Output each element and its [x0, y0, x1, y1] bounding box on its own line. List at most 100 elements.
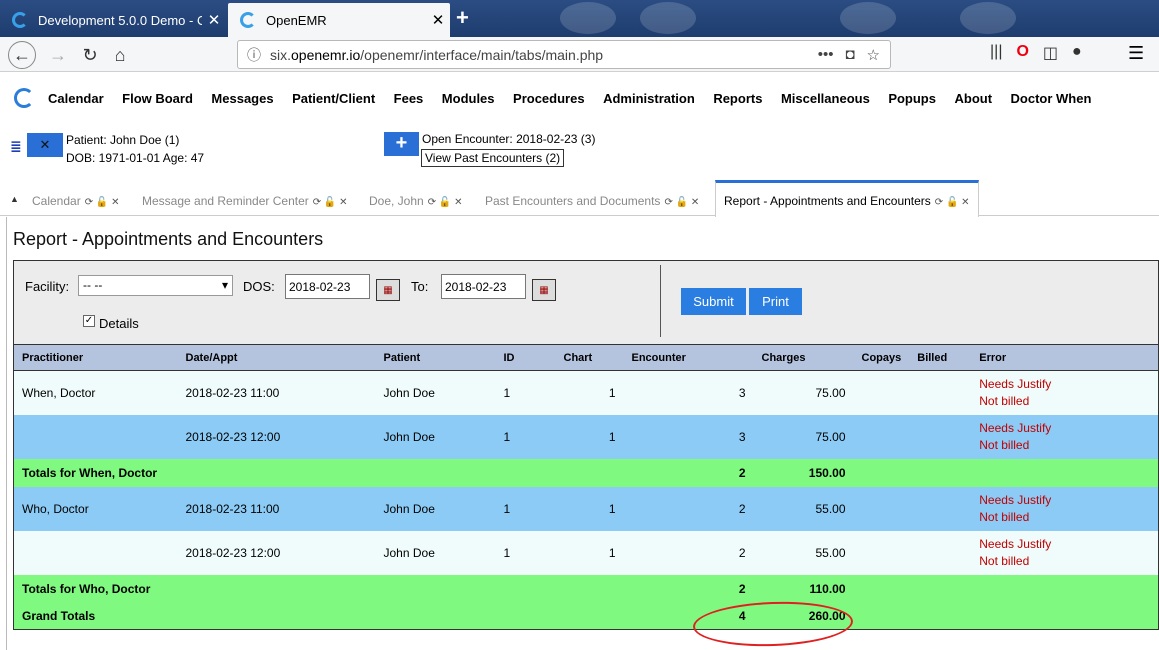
nav-calendar[interactable]: Calendar — [48, 91, 104, 106]
col-patient[interactable]: Patient — [375, 344, 496, 371]
open-encounter: Open Encounter: 2018-02-23 (3) — [422, 132, 595, 146]
submit-button[interactable]: Submit — [681, 288, 746, 315]
nav-fees[interactable]: Fees — [394, 91, 424, 106]
calendar-icon[interactable]: ▦ — [532, 279, 556, 301]
cell-practitioner — [13, 414, 178, 459]
nav-about[interactable]: About — [954, 91, 992, 106]
tab-refresh-lock-close-icon[interactable]: ⟳ 🔓 ✕ — [935, 197, 970, 208]
new-encounter-button[interactable]: + — [384, 132, 419, 156]
col-charges[interactable]: Charges — [753, 344, 854, 371]
collapse-up-icon[interactable]: ▲ — [10, 194, 19, 204]
col-error[interactable]: Error — [971, 344, 1159, 371]
col-date[interactable]: Date/Appt — [177, 344, 376, 371]
nav-modules[interactable]: Modules — [442, 91, 495, 106]
info-icon[interactable]: ⓘ — [238, 45, 270, 65]
reload-icon[interactable]: ↻ — [76, 41, 104, 69]
library-icon[interactable]: ||| — [990, 43, 1002, 63]
table-row: 2018-02-23 12:00 John Doe 1 1 2 55.00 Ne… — [13, 530, 1159, 575]
close-icon[interactable]: ✕ — [202, 11, 226, 29]
col-billed[interactable]: Billed — [909, 344, 972, 371]
close-icon[interactable]: ✕ — [426, 11, 450, 29]
tab-refresh-lock-close-icon[interactable]: ⟳ 🔓 ✕ — [664, 197, 699, 208]
col-copays[interactable]: Copays — [853, 344, 910, 371]
cell-error: Needs Justify Not billed — [971, 530, 1159, 575]
tab-report-appointments[interactable]: Report - Appointments and Encounters ⟳ 🔓 … — [715, 180, 979, 217]
cell-practitioner: Who, Doctor — [13, 486, 178, 531]
cell-billed — [909, 414, 972, 459]
cell-encounter: 2 — [623, 486, 754, 531]
cell-date[interactable]: 2018-02-23 12:00 — [177, 530, 376, 575]
sidebar-icon[interactable]: ◫ — [1043, 43, 1058, 63]
bookmark-star-icon[interactable]: ☆ — [867, 46, 880, 64]
col-practitioner[interactable]: Practitioner — [13, 344, 178, 371]
nav-procedures[interactable]: Procedures — [513, 91, 585, 106]
report-frame: Report - Appointments and Encounters Fac… — [6, 217, 1159, 650]
cell-practitioner — [13, 530, 178, 575]
cell-date[interactable]: 2018-02-23 12:00 — [177, 414, 376, 459]
cell-copays — [853, 530, 910, 575]
totals-encounter: 2 — [623, 574, 754, 603]
url-bar[interactable]: ⓘ six.openemr.io/openemr/interface/main/… — [237, 40, 891, 69]
tab-refresh-lock-close-icon[interactable]: ⟳ 🔓 ✕ — [313, 197, 348, 208]
back-arrow-icon[interactable]: ← — [8, 41, 36, 69]
dos-to-input[interactable]: 2018-02-23 — [441, 274, 526, 299]
tab-calendar[interactable]: Calendar ⟳ 🔓 ✕ — [32, 194, 119, 208]
forward-arrow-icon[interactable]: → — [44, 41, 72, 69]
desktop-decoration — [640, 2, 696, 34]
nav-user[interactable]: Doctor When — [1011, 91, 1092, 106]
pocket-icon[interactable]: ◘ — [845, 46, 854, 64]
totals-charges: 110.00 — [753, 574, 854, 603]
nav-administration[interactable]: Administration — [603, 91, 695, 106]
tab-patient[interactable]: Doe, John ⟳ 🔓 ✕ — [369, 194, 462, 208]
nav-popups[interactable]: Popups — [888, 91, 936, 106]
facility-select[interactable]: -- -- ▾ — [78, 275, 233, 296]
tab-message-center[interactable]: Message and Reminder Center ⟳ 🔓 ✕ — [142, 194, 348, 208]
browser-tab-development[interactable]: Development 5.0.0 Demo - Ope ✕ — [0, 3, 226, 37]
tab-past-encounters[interactable]: Past Encounters and Documents ⟳ 🔓 ✕ — [485, 194, 699, 208]
col-encounter[interactable]: Encounter — [623, 344, 754, 371]
col-chart[interactable]: Chart — [555, 344, 624, 371]
browser-tab-openemr[interactable]: OpenEMR ✕ — [228, 3, 450, 37]
url-text[interactable]: six.openemr.io/openemr/interface/main/ta… — [270, 47, 818, 63]
nav-miscellaneous[interactable]: Miscellaneous — [781, 91, 870, 106]
cell-charges: 55.00 — [753, 486, 854, 531]
patient-search-icon[interactable]: ≣ — [10, 138, 22, 155]
openemr-logo-icon[interactable] — [14, 88, 34, 108]
table-row: Who, Doctor 2018-02-23 11:00 John Doe 1 … — [13, 486, 1159, 531]
print-button[interactable]: Print — [749, 288, 802, 315]
cell-date[interactable]: 2018-02-23 11:00 — [177, 486, 376, 531]
table-header: Practitioner Date/Appt Patient ID Chart … — [13, 344, 1159, 371]
cell-billed — [909, 530, 972, 575]
tab-refresh-lock-close-icon[interactable]: ⟳ 🔓 ✕ — [428, 197, 463, 208]
browser-tab-strip: Development 5.0.0 Demo - Ope ✕ OpenEMR ✕… — [0, 0, 1159, 37]
nav-patient-client[interactable]: Patient/Client — [292, 91, 375, 106]
dos-from-input[interactable]: 2018-02-23 — [285, 274, 370, 299]
clear-patient-button[interactable]: ✕ — [27, 133, 63, 157]
extension-icon[interactable]: ● — [1072, 43, 1082, 63]
tab-label: Past Encounters and Documents — [485, 194, 661, 208]
url-domain: openemr.io — [291, 46, 361, 63]
patient-bar: ≣ ✕ Patient: John Doe (1) DOB: 1971-01-0… — [0, 126, 1159, 178]
cell-billed — [909, 370, 972, 415]
patient-name: Patient: John Doe (1) — [66, 133, 179, 147]
cell-id: 1 — [495, 370, 556, 415]
col-id[interactable]: ID — [495, 344, 556, 371]
cell-date[interactable]: 2018-02-23 11:00 — [177, 370, 376, 415]
nav-messages[interactable]: Messages — [211, 91, 273, 106]
dos-label: DOS: — [243, 279, 275, 294]
patient-name-value: John Doe (1) — [110, 133, 180, 147]
nav-flow-board[interactable]: Flow Board — [122, 91, 193, 106]
new-tab-icon[interactable]: + — [456, 5, 469, 31]
grand-totals-row: Grand Totals 4 260.00 — [13, 602, 1159, 630]
opera-icon[interactable]: O — [1016, 43, 1028, 63]
past-encounters-select[interactable]: View Past Encounters (2) — [421, 149, 565, 167]
error-text: Not billed — [979, 393, 1030, 408]
calendar-icon[interactable]: ▦ — [376, 279, 400, 301]
details-checkbox[interactable]: ✓ — [83, 315, 95, 327]
page-actions-icon[interactable]: ••• — [818, 46, 834, 64]
hamburger-menu-icon[interactable]: ☰ — [1128, 43, 1144, 64]
nav-reports[interactable]: Reports — [713, 91, 762, 106]
home-icon[interactable]: ⌂ — [106, 41, 134, 69]
report-table: Practitioner Date/Appt Patient ID Chart … — [13, 344, 1159, 630]
tab-refresh-lock-close-icon[interactable]: ⟳ 🔓 ✕ — [85, 197, 120, 208]
